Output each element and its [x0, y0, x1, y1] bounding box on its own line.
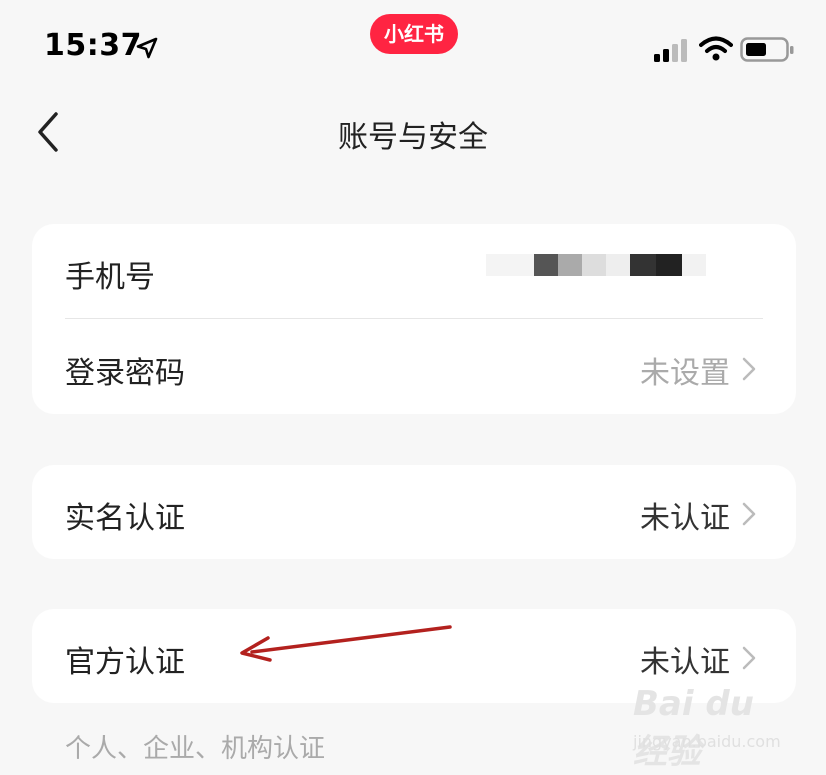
phone-label: 手机号: [65, 260, 155, 295]
location-arrow-icon: [136, 37, 158, 59]
status-bar: 15:37 小红书: [0, 0, 826, 100]
chevron-right-icon: [742, 357, 756, 381]
official-value: 未认证: [640, 645, 730, 680]
chevron-right-icon: [742, 646, 756, 670]
annotation-arrow-icon: [240, 625, 452, 662]
watermark-sub: jingyan.baidu.com: [633, 732, 781, 751]
password-label: 登录密码: [65, 356, 185, 391]
official-hint-text: 个人、企业、机构认证: [65, 734, 326, 764]
page-title: 账号与安全: [338, 120, 488, 155]
phone-value-pixelated: [486, 254, 706, 276]
status-time: 15:37: [44, 28, 142, 63]
realname-label: 实名认证: [65, 501, 185, 536]
phone-row[interactable]: 手机号: [32, 224, 796, 319]
watermark-main: Bai du 经验: [633, 684, 754, 772]
realname-row[interactable]: 实名认证 未认证: [32, 465, 796, 559]
password-value: 未设置: [640, 356, 730, 391]
wifi-icon: [699, 36, 733, 61]
chevron-right-icon: [742, 502, 756, 526]
official-label: 官方认证: [65, 645, 185, 680]
nav-bar: 账号与安全: [0, 100, 826, 160]
app-badge: 小红书: [370, 14, 458, 54]
watermark: Bai du 经验 jingyan.baidu.com: [633, 680, 793, 772]
password-row[interactable]: 登录密码 未设置: [32, 320, 796, 414]
row-divider: [65, 318, 763, 319]
cellular-signal-icon: [654, 39, 687, 62]
account-card: 手机号 登录密码 未设置: [32, 224, 796, 414]
realname-value: 未认证: [640, 501, 730, 536]
battery-icon: [740, 37, 794, 62]
realname-card: 实名认证 未认证: [32, 465, 796, 559]
